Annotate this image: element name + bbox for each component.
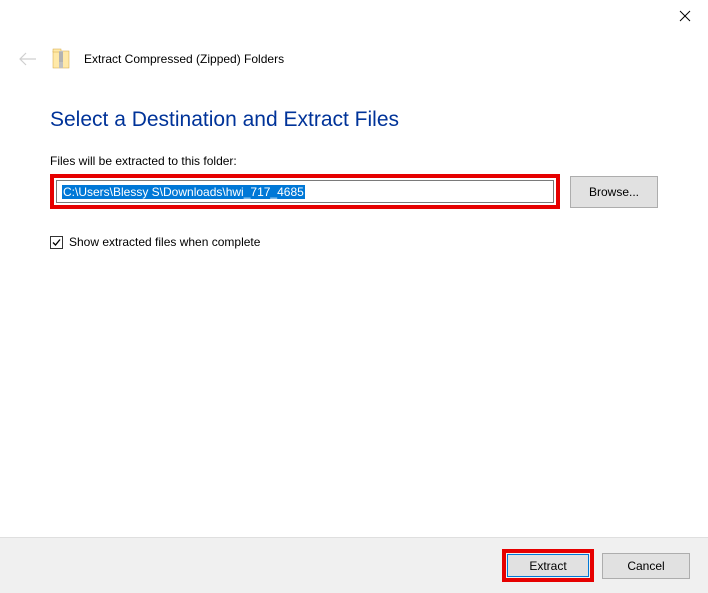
extract-button[interactable]: Extract (507, 554, 589, 577)
cancel-button[interactable]: Cancel (602, 553, 690, 579)
back-button (18, 49, 38, 69)
page-heading: Select a Destination and Extract Files (50, 108, 658, 132)
dialog-footer: Extract Cancel (0, 537, 708, 593)
zip-folder-icon (52, 48, 70, 70)
close-icon (679, 10, 691, 22)
back-arrow-icon (19, 52, 37, 66)
show-extracted-label: Show extracted files when complete (69, 235, 260, 249)
destination-path-value: C:\Users\Blessy S\Downloads\hwi_717_4685 (62, 185, 305, 199)
close-button[interactable] (662, 0, 708, 32)
annotation-highlight-extract: Extract (502, 549, 594, 582)
browse-button[interactable]: Browse... (570, 176, 658, 208)
window-title: Extract Compressed (Zipped) Folders (84, 52, 284, 66)
annotation-highlight-input: C:\Users\Blessy S\Downloads\hwi_717_4685 (50, 174, 560, 209)
show-extracted-checkbox[interactable] (50, 236, 63, 249)
destination-path-input[interactable]: C:\Users\Blessy S\Downloads\hwi_717_4685 (56, 180, 554, 203)
destination-label: Files will be extracted to this folder: (50, 154, 658, 168)
checkmark-icon (51, 237, 62, 248)
wizard-header: Extract Compressed (Zipped) Folders (18, 48, 690, 70)
